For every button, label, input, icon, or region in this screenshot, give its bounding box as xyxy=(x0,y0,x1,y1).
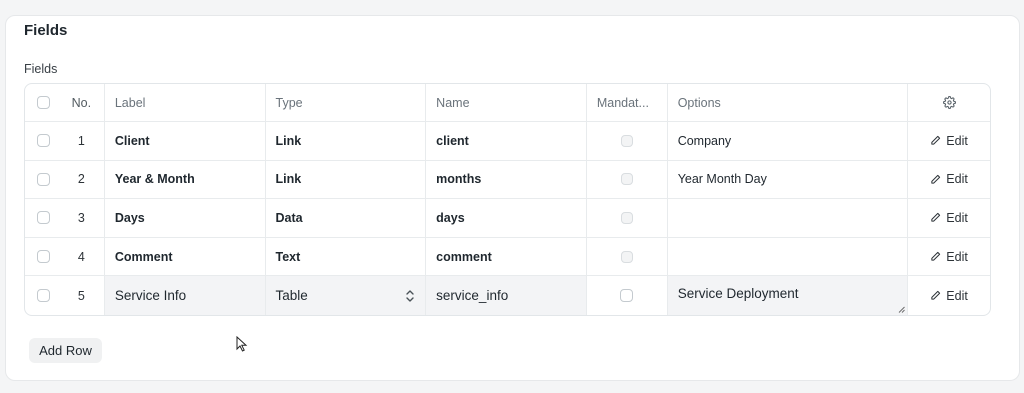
edit-cell: Edit xyxy=(908,238,990,276)
edit-label: Edit xyxy=(946,133,968,148)
mandatory-checkbox[interactable] xyxy=(620,173,633,186)
options-cell[interactable] xyxy=(668,199,909,237)
row-number: 3 xyxy=(59,199,105,237)
mandatory-checkbox[interactable] xyxy=(620,250,633,263)
options-cell[interactable]: Company xyxy=(668,122,909,160)
fields-table: No. Label Type Name Mandat... Options 1 … xyxy=(24,83,991,316)
label-cell[interactable]: Days xyxy=(105,199,266,237)
type-cell[interactable]: Text xyxy=(266,237,427,276)
label-input[interactable]: Service Info xyxy=(104,276,266,315)
edit-button[interactable]: Edit xyxy=(930,289,968,303)
table-header: No. Label Type Name Mandat... Options xyxy=(25,84,990,122)
edit-label: Edit xyxy=(946,288,968,303)
select-all-checkbox[interactable] xyxy=(37,96,51,109)
row-select-cell xyxy=(25,276,59,315)
row-select-cell xyxy=(25,199,59,237)
edit-button[interactable]: Edit xyxy=(930,172,968,186)
table-row[interactable]: 3 Days Data days Edit xyxy=(25,199,990,238)
edit-label: Edit xyxy=(946,172,968,187)
col-name: Name xyxy=(426,84,587,121)
type-cell[interactable]: Link xyxy=(266,122,427,160)
pencil-icon xyxy=(931,213,941,223)
edit-cell: Edit xyxy=(908,161,990,199)
name-cell[interactable]: comment xyxy=(426,237,587,276)
type-cell[interactable]: Link xyxy=(266,160,427,199)
pencil-icon xyxy=(931,291,941,300)
table-row[interactable]: 1 Client Link client Company Edit xyxy=(25,122,990,161)
select-all-cell xyxy=(25,84,59,121)
col-mandatory: Mandat... xyxy=(587,84,668,121)
col-options: Options xyxy=(668,84,909,121)
table-row[interactable]: 2 Year & Month Link months Year Month Da… xyxy=(25,160,990,200)
type-select-value: Table xyxy=(275,288,308,304)
section-title: Fields xyxy=(24,22,68,39)
label-cell[interactable]: Client xyxy=(105,122,266,160)
mandatory-cell[interactable] xyxy=(587,199,668,237)
mandatory-cell[interactable] xyxy=(587,122,668,160)
edit-cell: Edit xyxy=(908,199,990,237)
name-cell[interactable]: client xyxy=(426,122,587,160)
edit-label: Edit xyxy=(946,249,968,264)
mandatory-cell[interactable] xyxy=(587,160,668,199)
pencil-icon xyxy=(931,174,941,184)
edit-button[interactable]: Edit xyxy=(930,250,968,264)
row-select-cell xyxy=(25,161,59,199)
table-row[interactable]: 5 Service Info Table service_info Servic… xyxy=(25,276,990,315)
gear-icon xyxy=(942,96,956,109)
resize-handle-icon[interactable] xyxy=(898,306,905,313)
name-cell[interactable]: days xyxy=(426,199,587,237)
mandatory-checkbox[interactable] xyxy=(620,211,633,224)
edit-button[interactable]: Edit xyxy=(930,211,968,225)
edit-button[interactable]: Edit xyxy=(930,134,968,148)
column-settings-button[interactable] xyxy=(908,84,990,121)
edit-cell: Edit xyxy=(908,122,990,160)
row-number: 2 xyxy=(59,160,105,199)
pencil-icon xyxy=(931,136,941,145)
row-select-cell xyxy=(25,122,59,160)
options-textarea[interactable]: Service Deployment xyxy=(667,276,909,315)
mandatory-cell[interactable] xyxy=(586,276,668,315)
chevron-up-down-icon xyxy=(406,289,414,302)
row-number: 4 xyxy=(59,237,105,276)
label-cell[interactable]: Year & Month xyxy=(105,160,266,199)
row-select-cell xyxy=(25,238,59,276)
col-type: Type xyxy=(266,84,427,121)
mouse-cursor-icon xyxy=(236,336,248,352)
name-input[interactable]: service_info xyxy=(426,276,587,315)
options-textarea-value: Service Deployment xyxy=(677,286,799,302)
row-number: 1 xyxy=(59,122,105,160)
type-select[interactable]: Table xyxy=(265,276,427,315)
mandatory-checkbox[interactable] xyxy=(620,134,633,147)
mandatory-cell[interactable] xyxy=(587,237,668,276)
col-no: No. xyxy=(59,84,105,121)
row-checkbox[interactable] xyxy=(37,250,51,264)
type-cell[interactable]: Data xyxy=(266,199,427,237)
row-checkbox[interactable] xyxy=(37,172,51,186)
edit-cell: Edit xyxy=(908,276,990,315)
options-cell[interactable]: Year Month Day xyxy=(668,160,909,199)
add-row-button[interactable]: Add Row xyxy=(29,338,102,363)
mandatory-checkbox[interactable] xyxy=(620,289,634,303)
row-number: 5 xyxy=(59,276,105,315)
col-label: Label xyxy=(105,84,266,121)
row-checkbox[interactable] xyxy=(37,289,51,303)
edit-label: Edit xyxy=(946,210,968,225)
grid-label: Fields xyxy=(24,62,58,76)
options-cell[interactable] xyxy=(668,237,909,276)
name-cell[interactable]: months xyxy=(426,160,587,199)
pencil-icon xyxy=(931,251,941,261)
table-row[interactable]: 4 Comment Text comment Edit xyxy=(25,237,990,277)
row-checkbox[interactable] xyxy=(37,211,51,225)
row-checkbox[interactable] xyxy=(37,134,51,148)
label-cell[interactable]: Comment xyxy=(105,237,266,276)
